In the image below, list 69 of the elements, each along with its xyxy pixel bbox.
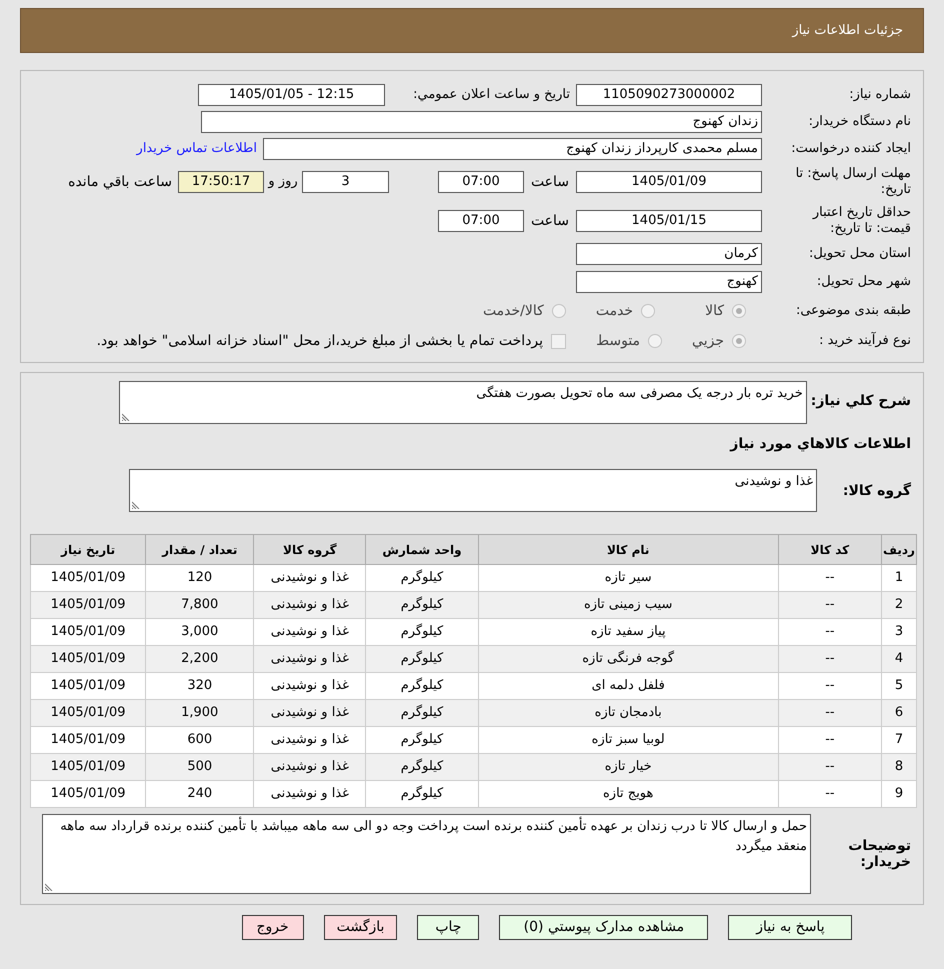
column-header: ردیف <box>881 534 916 564</box>
field-label: متوسط <box>596 333 640 349</box>
checkbox[interactable] <box>551 334 566 348</box>
column-header: تاریخ نیاز <box>30 534 146 564</box>
field-label: تاریخ و ساعت اعلان عمومي: <box>412 86 570 102</box>
text-field[interactable]: زندان کهنوج <box>201 110 762 132</box>
action-button[interactable]: چاپ <box>417 915 480 940</box>
text-field[interactable]: 1405/01/15 <box>576 210 762 232</box>
description-box[interactable]: خرید تره بار درجه یک مصرفی سه ماه تحویل بصورت هفتگی <box>118 381 807 424</box>
column-header: تعداد / مقدار <box>146 534 254 564</box>
text-field[interactable]: 07:00 <box>438 171 524 193</box>
table-cell: 9 <box>881 780 916 808</box>
goods-group-box[interactable]: غذا و نوشیدنی <box>129 469 817 512</box>
column-header: نام کالا <box>478 534 778 564</box>
text-field[interactable]: 07:00 <box>438 210 524 232</box>
field-label: نام دستگاه خریدار: <box>808 114 911 130</box>
section-heading: اطلاعات کالاهاي مورد نیاز <box>728 435 911 454</box>
field-label: طبقه بندی موضوعی: <box>794 303 911 319</box>
field-label: خدمت <box>596 303 634 319</box>
field-label: ساعت باقي مانده <box>68 174 172 190</box>
field-label: کالا/خدمت <box>482 303 544 319</box>
table-cell: 240 <box>146 780 254 808</box>
table-cell: -- <box>778 780 882 808</box>
radio-button[interactable] <box>732 334 746 348</box>
field-label: توضیحات خریدار: <box>847 838 911 870</box>
text-field[interactable]: 3 <box>302 171 389 193</box>
comments-box[interactable]: حمل و ارسال کالا تا درب زندان بر عهده تأمین کننده برنده است پرداخت وجه دو الی سه ماهه میباشد با تأمین کننده برنده قرارداد سه ماهه منعقد میگردد <box>42 814 811 894</box>
text-field[interactable]: 1105090273000002 <box>576 84 762 106</box>
action-button[interactable]: پاسخ به نیاز <box>728 915 852 940</box>
field-label: مهلت ارسال پاسخ: تا تاریخ: <box>794 166 911 198</box>
text-field[interactable]: 1405/01/05 - 12:15 <box>198 84 385 106</box>
radio-button[interactable] <box>732 304 746 318</box>
field-label: پرداخت تمام یا بخشی از مبلغ خرید،از محل "اسناد خزانه اسلامی" خواهد بود. <box>96 333 544 349</box>
table-cell: 1405/01/09 <box>30 780 146 808</box>
resize-grip-icon[interactable] <box>45 883 53 891</box>
table-cell: هویج تازه <box>478 780 778 808</box>
radio-button[interactable] <box>648 334 662 348</box>
field-label: نوع فرآیند خرید : <box>818 333 911 349</box>
text-field[interactable]: کرمان <box>576 243 762 265</box>
action-button[interactable]: خروج <box>242 915 304 940</box>
action-button[interactable]: مشاهده مدارک پیوستي (0) <box>499 915 708 940</box>
field-label: شماره نیاز: <box>848 86 911 102</box>
action-button[interactable]: بازگشت <box>324 915 398 940</box>
field-label: شرح کلي نیاز: <box>810 392 911 409</box>
field-label: ساعت <box>530 174 570 190</box>
field-label: حداقل تاریخ اعتبار قیمت: تا تاریخ: <box>811 205 911 237</box>
text-field[interactable]: کهنوج <box>576 271 762 293</box>
page-title: جزئیات اطلاعات نیاز <box>792 22 903 40</box>
field-label: گروه کالا: <box>842 482 911 498</box>
field-label: استان محل تحویل: <box>808 246 911 262</box>
field-label: ایجاد کننده درخواست: <box>790 140 911 156</box>
resize-grip-icon[interactable] <box>122 413 130 421</box>
field-label: شهر محل تحویل: <box>816 274 911 290</box>
column-header: گروه کالا <box>254 534 366 564</box>
radio-button[interactable] <box>552 304 566 318</box>
field-label: کالا <box>705 303 724 319</box>
contact-link[interactable]: اطلاعات تماس خریدار <box>136 138 257 158</box>
field-label: روز و <box>266 174 299 190</box>
table-cell: کیلوگرم <box>366 780 478 808</box>
table-cell: غذا و نوشیدنی <box>254 780 366 808</box>
field-label: جزيي <box>692 333 724 349</box>
field-label: ساعت <box>530 213 570 229</box>
column-header: واحد شمارش <box>366 534 478 564</box>
text-field[interactable]: 1405/01/09 <box>576 171 762 193</box>
remaining-time-field[interactable]: 17:50:17 <box>178 171 264 193</box>
resize-grip-icon[interactable] <box>132 501 140 509</box>
radio-button[interactable] <box>641 304 656 318</box>
column-header: کد کالا <box>778 534 882 564</box>
text-field[interactable]: مسلم محمدی کارپرداز زندان کهنوج <box>263 138 762 160</box>
